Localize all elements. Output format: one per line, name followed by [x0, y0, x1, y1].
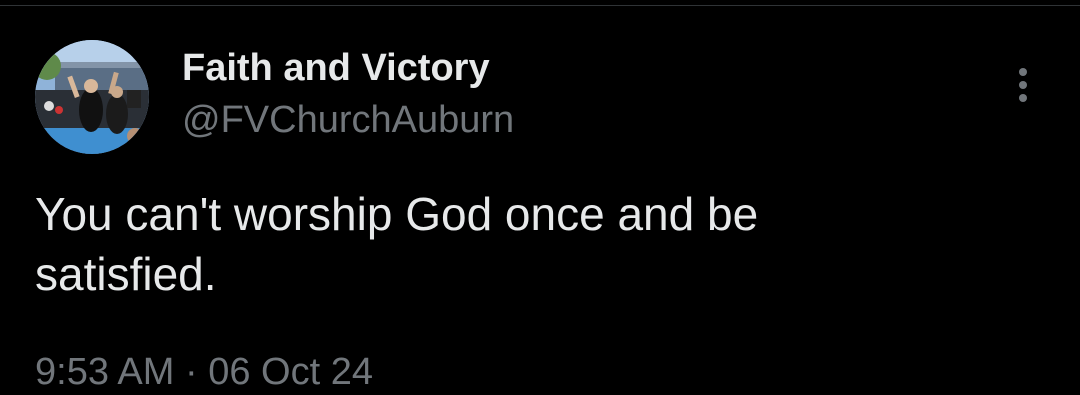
- more-vertical-icon: [1019, 68, 1027, 76]
- top-divider: [0, 5, 1080, 6]
- post-date: 06 Oct 24: [208, 351, 373, 393]
- display-name[interactable]: Faith and Victory: [182, 46, 490, 90]
- profile-photo-icon: [35, 40, 149, 154]
- user-handle[interactable]: @FVChurchAuburn: [182, 98, 514, 142]
- post-timestamp[interactable]: 9:53 AM · 06 Oct 24: [35, 348, 373, 395]
- more-options-button[interactable]: [1006, 62, 1040, 108]
- more-vertical-icon-dot: [1019, 94, 1027, 102]
- post-time: 9:53 AM: [35, 351, 175, 393]
- timestamp-separator: ·: [184, 351, 198, 393]
- more-vertical-icon-dot: [1019, 81, 1027, 89]
- post-text: You can't worship God once and be satisf…: [35, 188, 759, 300]
- avatar[interactable]: [35, 40, 149, 154]
